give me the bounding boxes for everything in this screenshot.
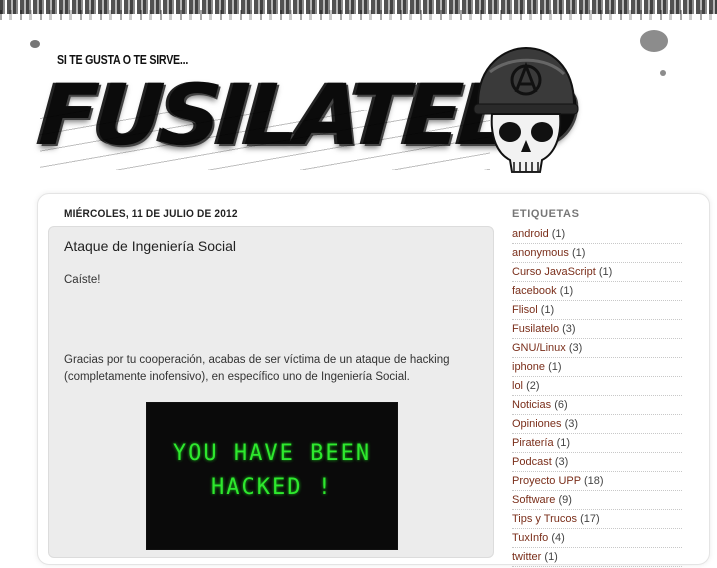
label-count: (3)	[554, 456, 569, 468]
post-paragraph: (completamente inofensivo), en específic…	[64, 371, 410, 383]
label-item: GNU/Linux (3)	[512, 340, 682, 358]
skull-helmet-icon	[473, 46, 579, 173]
label-count: (4)	[551, 532, 565, 544]
blog-header: SI TE GUSTA O TE SIRVE... FUSILATELO	[0, 0, 717, 200]
label-item: Opiniones (3)	[512, 416, 682, 434]
label-item: Fusilatelo (3)	[512, 321, 682, 339]
label-count: (17)	[580, 513, 600, 525]
label-item: Proyecto UPP (18)	[512, 473, 682, 491]
label-count: (18)	[583, 475, 604, 487]
label-count: (1)	[544, 551, 558, 563]
label-link[interactable]: Opiniones	[512, 418, 562, 430]
label-item: facebook (1)	[512, 283, 682, 301]
label-count: (9)	[558, 494, 572, 506]
label-count: (1)	[548, 361, 562, 373]
label-link[interactable]: Piratería	[512, 437, 554, 449]
ink-splatter	[660, 70, 666, 76]
label-item: android (1)	[512, 226, 682, 244]
label-item: Piratería (1)	[512, 435, 682, 453]
label-item: Podcast (3)	[512, 454, 682, 472]
labels-widget-title: ETIQUETAS	[512, 208, 580, 220]
ink-splatter	[30, 40, 40, 48]
label-link[interactable]: Fusilatelo	[512, 323, 559, 335]
label-count: (1)	[598, 266, 613, 278]
post-paragraph: Caíste!	[64, 274, 101, 286]
label-link[interactable]: Proyecto UPP	[512, 475, 581, 487]
label-link[interactable]: iphone	[512, 361, 545, 373]
label-item: iphone (1)	[512, 359, 682, 377]
label-count: (1)	[559, 285, 574, 297]
labels-list: android (1) anonymous (1) Curso JavaScri…	[512, 226, 682, 568]
date-header: MIÉRCOLES, 11 DE JULIO DE 2012	[64, 208, 238, 220]
title-texture	[40, 110, 490, 170]
label-item: Flisol (1)	[512, 302, 682, 320]
label-item: twitter (1)	[512, 549, 682, 567]
label-item: lol (2)	[512, 378, 682, 396]
label-count: (3)	[568, 342, 583, 354]
label-link[interactable]: TuxInfo	[512, 532, 548, 544]
label-item: Noticias (6)	[512, 397, 682, 415]
label-item: Tips y Trucos (17)	[512, 511, 682, 529]
hacked-image-text: YOU HAVE BEEN HACKED !	[172, 441, 372, 500]
label-link[interactable]: android	[512, 228, 549, 240]
blog-tagline: SI TE GUSTA O TE SIRVE...	[57, 52, 189, 67]
label-item: Curso JavaScript (1)	[512, 264, 682, 282]
post-title[interactable]: Ataque de Ingeniería Social	[64, 238, 236, 254]
label-count: (3)	[562, 323, 576, 335]
label-item: anonymous (1)	[512, 245, 682, 263]
label-count: (2)	[526, 380, 540, 392]
label-item: TuxInfo (4)	[512, 530, 682, 548]
label-count: (1)	[556, 437, 571, 449]
label-link[interactable]: anonymous	[512, 247, 569, 259]
ink-splatter	[640, 30, 668, 52]
label-link[interactable]: Software	[512, 494, 555, 506]
post-paragraph: Gracias por tu cooperación, acabas de se…	[64, 354, 450, 366]
label-link[interactable]: Podcast	[512, 456, 552, 468]
hacked-image: YOU HAVE BEEN HACKED !	[146, 402, 398, 550]
label-link[interactable]: Curso JavaScript	[512, 266, 596, 278]
label-count: (1)	[540, 304, 555, 316]
label-link[interactable]: Tips y Trucos	[512, 513, 577, 525]
label-count: (1)	[571, 247, 586, 259]
label-link[interactable]: lol	[512, 380, 523, 392]
label-link[interactable]: GNU/Linux	[512, 342, 566, 354]
label-count: (3)	[564, 418, 579, 430]
label-count: (1)	[551, 228, 566, 240]
label-link[interactable]: Noticias	[512, 399, 551, 411]
grunge-border-texture	[0, 10, 717, 20]
label-link[interactable]: Flisol	[512, 304, 538, 316]
label-link[interactable]: twitter	[512, 551, 541, 563]
label-count: (6)	[554, 399, 568, 411]
label-item: Software (9)	[512, 492, 682, 510]
label-link[interactable]: facebook	[512, 285, 557, 297]
